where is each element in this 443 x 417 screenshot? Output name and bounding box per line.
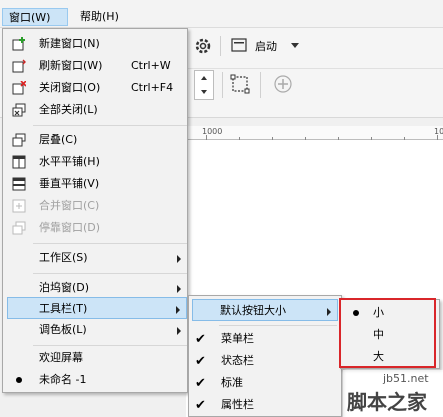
menu-separator — [33, 125, 187, 126]
checkmark-icon: ✔ — [195, 332, 206, 347]
menu-item-color-palettes[interactable]: 调色板(L) — [3, 319, 187, 341]
launch-label[interactable]: 启动 — [255, 38, 277, 54]
menu-item-shortcut: Ctrl+F4 — [131, 81, 174, 94]
menu-separator — [33, 273, 187, 274]
menu-item-label: 层叠(C) — [39, 133, 78, 146]
checkmark-icon: ✔ — [195, 354, 206, 369]
menu-item-label: 关闭窗口(O) — [39, 81, 101, 94]
watermark: jb51.net 脚本之家 — [343, 370, 443, 417]
tile-vertical-icon — [12, 177, 26, 191]
menu-item-merge-windows: 合并窗口(C) — [3, 195, 187, 217]
active-bullet-icon — [16, 377, 22, 383]
close-all-icon — [12, 103, 26, 117]
checkmark-icon: ✔ — [195, 376, 206, 391]
menu-window[interactable]: 窗口(W) — [2, 8, 68, 26]
tile-horizontal-icon — [12, 155, 26, 169]
menu-item-toolbars[interactable]: 工具栏(T) — [7, 297, 187, 319]
menu-item-close-window[interactable]: 关闭窗口(O) Ctrl+F4 — [3, 77, 187, 99]
submenu-item-statusbar[interactable]: ✔ 状态栏 — [189, 350, 341, 372]
menu-item-label: 垂直平铺(V) — [39, 177, 100, 190]
submenu-item-menubar[interactable]: ✔ 菜单栏 — [189, 328, 341, 350]
menu-item-shortcut: Ctrl+W — [131, 59, 171, 72]
menu-item-label: 泊坞窗(D) — [39, 281, 90, 294]
menu-item-label: 工具栏(T) — [39, 302, 88, 315]
submenu-arrow-icon — [177, 285, 181, 293]
window-menu: 新建窗口(N) 刷新窗口(W) Ctrl+W 关闭窗口(O) Ctrl+F4 全… — [2, 28, 188, 393]
close-window-icon — [12, 81, 26, 95]
menu-item-refresh-window[interactable]: 刷新窗口(W) Ctrl+W — [3, 55, 187, 77]
menu-item-label: 全部关闭(L) — [39, 103, 98, 116]
gear-icon[interactable] — [194, 37, 212, 55]
toolbar-row-divider — [186, 68, 443, 69]
menu-separator — [33, 243, 187, 244]
menu-item-label: 合并窗口(C) — [39, 199, 100, 212]
menu-item-label: 菜单栏 — [221, 332, 254, 345]
menu-item-label: 刷新窗口(W) — [39, 59, 103, 72]
cascade-icon — [12, 133, 26, 147]
new-window-icon — [12, 37, 25, 51]
menu-separator — [219, 325, 337, 326]
menu-help[interactable]: 帮助(H) — [74, 8, 125, 26]
menu-item-tile-vertical[interactable]: 垂直平铺(V) — [3, 173, 187, 195]
dock-window-icon — [12, 221, 26, 235]
menu-item-label: 状态栏 — [221, 354, 254, 367]
checkmark-icon: ✔ — [195, 398, 206, 413]
menu-item-label: 停靠窗口(D) — [39, 221, 101, 234]
merge-windows-icon — [12, 199, 26, 213]
menu-item-close-all[interactable]: 全部关闭(L) — [3, 99, 187, 121]
submenu-arrow-icon — [327, 308, 331, 316]
menu-item-label: 默认按钮大小 — [220, 304, 286, 317]
menu-item-document-untitled[interactable]: 未命名 -1 — [3, 369, 187, 391]
toolbar-separator — [222, 72, 223, 98]
submenu-arrow-icon — [176, 306, 180, 314]
select-frame-icon[interactable] — [230, 74, 250, 94]
submenu-arrow-icon — [177, 327, 181, 335]
menu-item-label: 属性栏 — [221, 398, 254, 411]
menu-item-workspace[interactable]: 工作区(S) — [3, 247, 187, 269]
menu-item-welcome-screen[interactable]: 欢迎屏幕 — [3, 347, 187, 369]
spinner-up-icon[interactable] — [201, 76, 207, 80]
menu-item-label: 标准 — [221, 376, 243, 389]
toolbar-separator — [220, 36, 221, 56]
menu-item-label: 调色板(L) — [39, 323, 87, 336]
ruler-label: 100 — [434, 127, 443, 136]
menu-item-label: 工作区(S) — [39, 251, 88, 264]
spinner[interactable] — [194, 70, 214, 100]
menu-separator — [33, 345, 187, 346]
add-icon[interactable] — [273, 74, 293, 94]
watermark-url: jb51.net — [383, 372, 429, 385]
highlight-frame — [339, 298, 436, 368]
toolbar-separator — [260, 72, 261, 98]
menu-item-dockers[interactable]: 泊坞窗(D) — [3, 277, 187, 299]
menu-item-cascade[interactable]: 层叠(C) — [3, 129, 187, 151]
menu-item-dock-window: 停靠窗口(D) — [3, 217, 187, 239]
horizontal-ruler: 1000 100 — [186, 126, 443, 140]
spinner-down-icon[interactable] — [201, 90, 207, 94]
submenu-arrow-icon — [177, 255, 181, 263]
submenu-item-property-bar[interactable]: ✔ 属性栏 — [189, 394, 341, 416]
menu-item-label: 未命名 -1 — [39, 373, 87, 386]
submenu-item-default-button-size[interactable]: 默认按钮大小 — [192, 299, 338, 321]
menu-item-label: 水平平铺(H) — [39, 155, 100, 168]
watermark-brand: 脚本之家 — [347, 390, 427, 414]
launch-dropdown-icon[interactable] — [291, 43, 299, 48]
menu-item-label: 欢迎屏幕 — [39, 351, 83, 364]
launch-icon — [231, 38, 247, 52]
menu-item-tile-horizontal[interactable]: 水平平铺(H) — [3, 151, 187, 173]
toolbars-submenu: 默认按钮大小 ✔ 菜单栏 ✔ 状态栏 ✔ 标准 ✔ 属性栏 — [188, 295, 342, 417]
menubar: 窗口(W) 帮助(H) — [0, 0, 443, 28]
submenu-item-standard[interactable]: ✔ 标准 — [189, 372, 341, 394]
refresh-window-icon — [12, 59, 26, 73]
menu-item-new-window[interactable]: 新建窗口(N) — [3, 33, 187, 55]
menu-item-label: 新建窗口(N) — [39, 37, 100, 50]
